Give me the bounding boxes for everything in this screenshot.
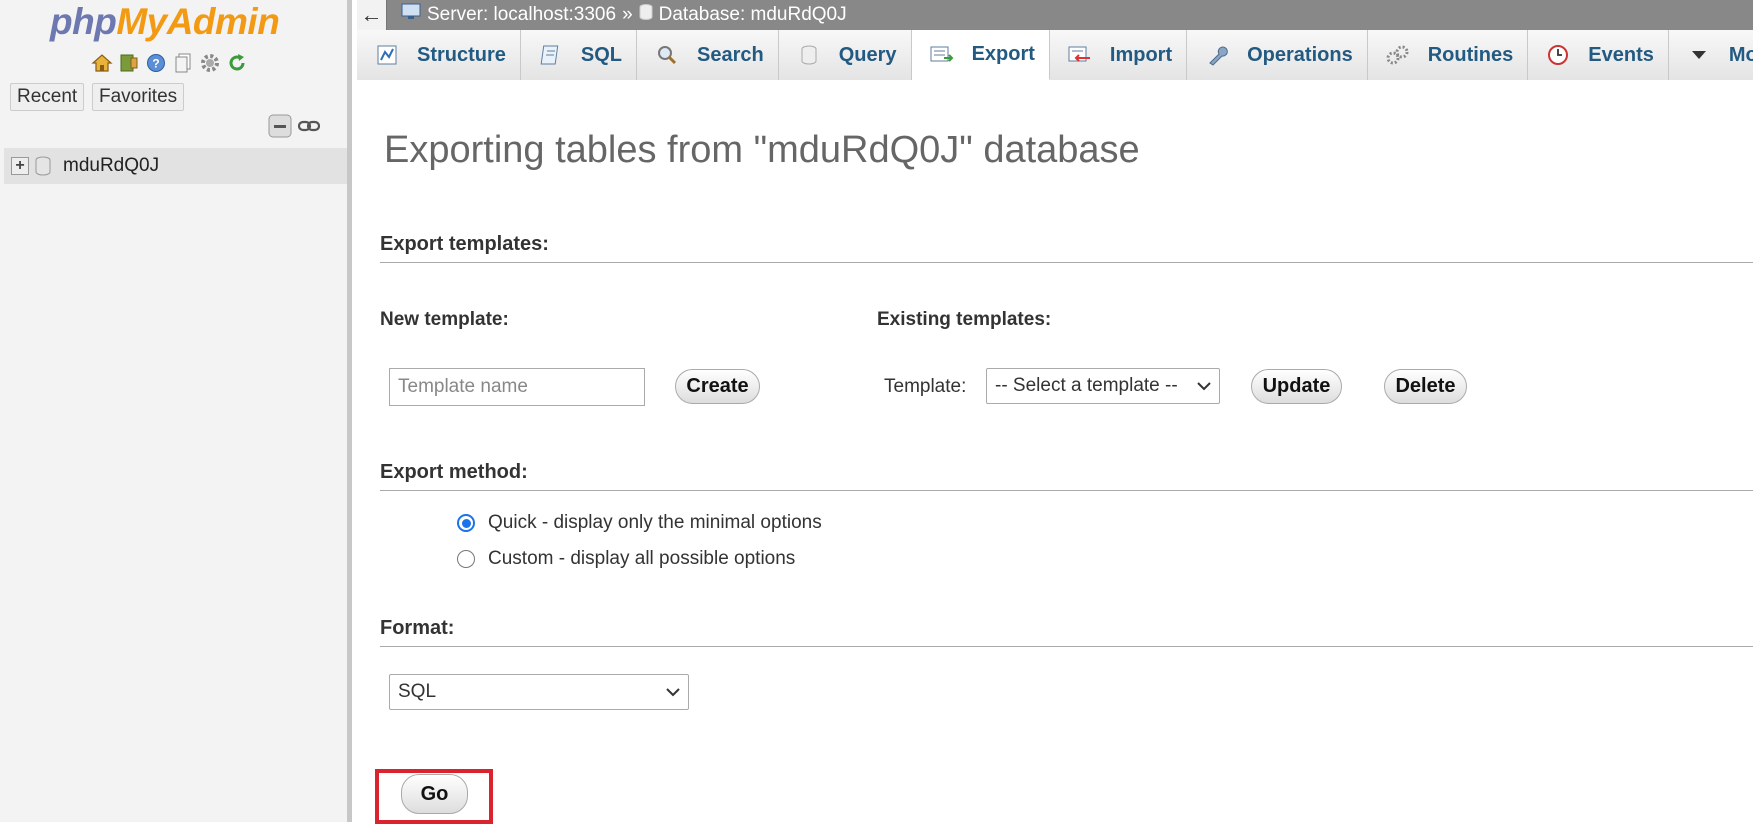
breadcrumb-server[interactable]: Server: localhost:3306 — [427, 4, 616, 26]
template-select-value: -- Select a template -- — [995, 375, 1178, 396]
format-select[interactable]: SQL — [389, 674, 689, 710]
quick-radio-label: Quick - display only the minimal options — [488, 512, 822, 533]
update-button[interactable]: Update — [1251, 369, 1342, 404]
settings-icon[interactable] — [198, 51, 221, 74]
chevron-down-icon — [666, 681, 680, 703]
template-label: Template: — [884, 376, 967, 397]
quick-radio[interactable] — [457, 514, 475, 532]
tab-import[interactable]: Import — [1049, 30, 1188, 80]
tab-operations[interactable]: Operations — [1187, 30, 1368, 80]
create-button[interactable]: Create — [675, 369, 760, 404]
quick-export-option[interactable]: Quick - display only the minimal options — [457, 512, 822, 534]
main-content: Exporting tables from "mduRdQ0J" databas… — [357, 81, 1753, 824]
reload-icon[interactable] — [225, 51, 248, 74]
nav-tools — [268, 114, 321, 143]
new-template-label: New template: — [380, 309, 509, 330]
recent-button[interactable]: Recent — [10, 83, 85, 111]
structure-icon — [375, 43, 399, 67]
tab-events[interactable]: Events — [1528, 30, 1669, 80]
tab-sql[interactable]: SQL — [520, 30, 638, 80]
docs-icon[interactable] — [171, 51, 194, 74]
template-name-input[interactable] — [389, 368, 645, 406]
custom-export-option[interactable]: Custom - display all possible options — [457, 548, 795, 570]
go-button[interactable]: Go — [401, 774, 468, 814]
custom-radio[interactable] — [457, 550, 475, 568]
routines-icon — [1386, 43, 1410, 67]
query-icon — [797, 43, 821, 67]
format-heading: Format: — [380, 617, 1753, 647]
svg-text:?: ? — [152, 56, 159, 70]
nav-icon-bar: ? — [90, 51, 248, 74]
home-icon[interactable] — [90, 51, 113, 74]
tab-more[interactable]: More — [1668, 30, 1753, 80]
export-templates-heading: Export templates: — [380, 233, 1753, 263]
search-icon — [655, 43, 679, 67]
wrench-icon — [1205, 43, 1229, 67]
breadcrumb: Server: localhost:3306 » Database: mduRd… — [401, 3, 847, 27]
format-select-value: SQL — [398, 681, 437, 702]
tab-search[interactable]: Search — [637, 30, 779, 80]
export-method-heading: Export method: — [380, 461, 1753, 491]
collapse-all-icon[interactable] — [268, 114, 292, 143]
chevron-down-icon — [1197, 375, 1211, 397]
import-icon — [1068, 43, 1092, 67]
link-icon[interactable] — [297, 119, 321, 138]
existing-templates-label: Existing templates: — [877, 309, 1052, 330]
tab-bar: Structure SQL Search Query Export Import… — [357, 30, 1753, 80]
tab-routines[interactable]: Routines — [1367, 30, 1529, 80]
server-icon — [401, 3, 421, 27]
custom-radio-label: Custom - display all possible options — [488, 548, 796, 569]
export-icon — [930, 43, 954, 67]
database-icon — [639, 3, 653, 27]
navigation-panel: phpMyAdmin ? Recent Favorites + mduRdQ0J — [0, 0, 352, 822]
help-icon[interactable]: ? — [144, 51, 167, 74]
database-icon — [35, 156, 51, 176]
expand-icon[interactable]: + — [11, 157, 29, 175]
caret-down-icon — [1687, 43, 1711, 67]
tree-item-database[interactable]: + mduRdQ0J — [4, 148, 347, 184]
delete-button[interactable]: Delete — [1384, 369, 1467, 404]
breadcrumb-separator: » — [622, 4, 633, 25]
page-title: Exporting tables from "mduRdQ0J" databas… — [384, 129, 1140, 171]
clock-icon — [1546, 43, 1570, 67]
favorites-button[interactable]: Favorites — [92, 83, 185, 111]
tab-query[interactable]: Query — [778, 30, 912, 80]
tab-export[interactable]: Export — [911, 30, 1050, 80]
template-select[interactable]: -- Select a template -- — [986, 368, 1220, 404]
logout-icon[interactable] — [117, 51, 140, 74]
phpmyadmin-logo[interactable]: phpMyAdmin — [50, 0, 280, 44]
breadcrumb-bar: ← Server: localhost:3306 » Database: mdu… — [357, 0, 1753, 30]
tab-structure[interactable]: Structure — [357, 30, 521, 80]
back-arrow-button[interactable]: ← — [357, 0, 387, 30]
breadcrumb-database[interactable]: Database: mduRdQ0J — [659, 4, 847, 26]
tree-item-label: mduRdQ0J — [63, 155, 160, 176]
sql-icon — [539, 43, 563, 67]
